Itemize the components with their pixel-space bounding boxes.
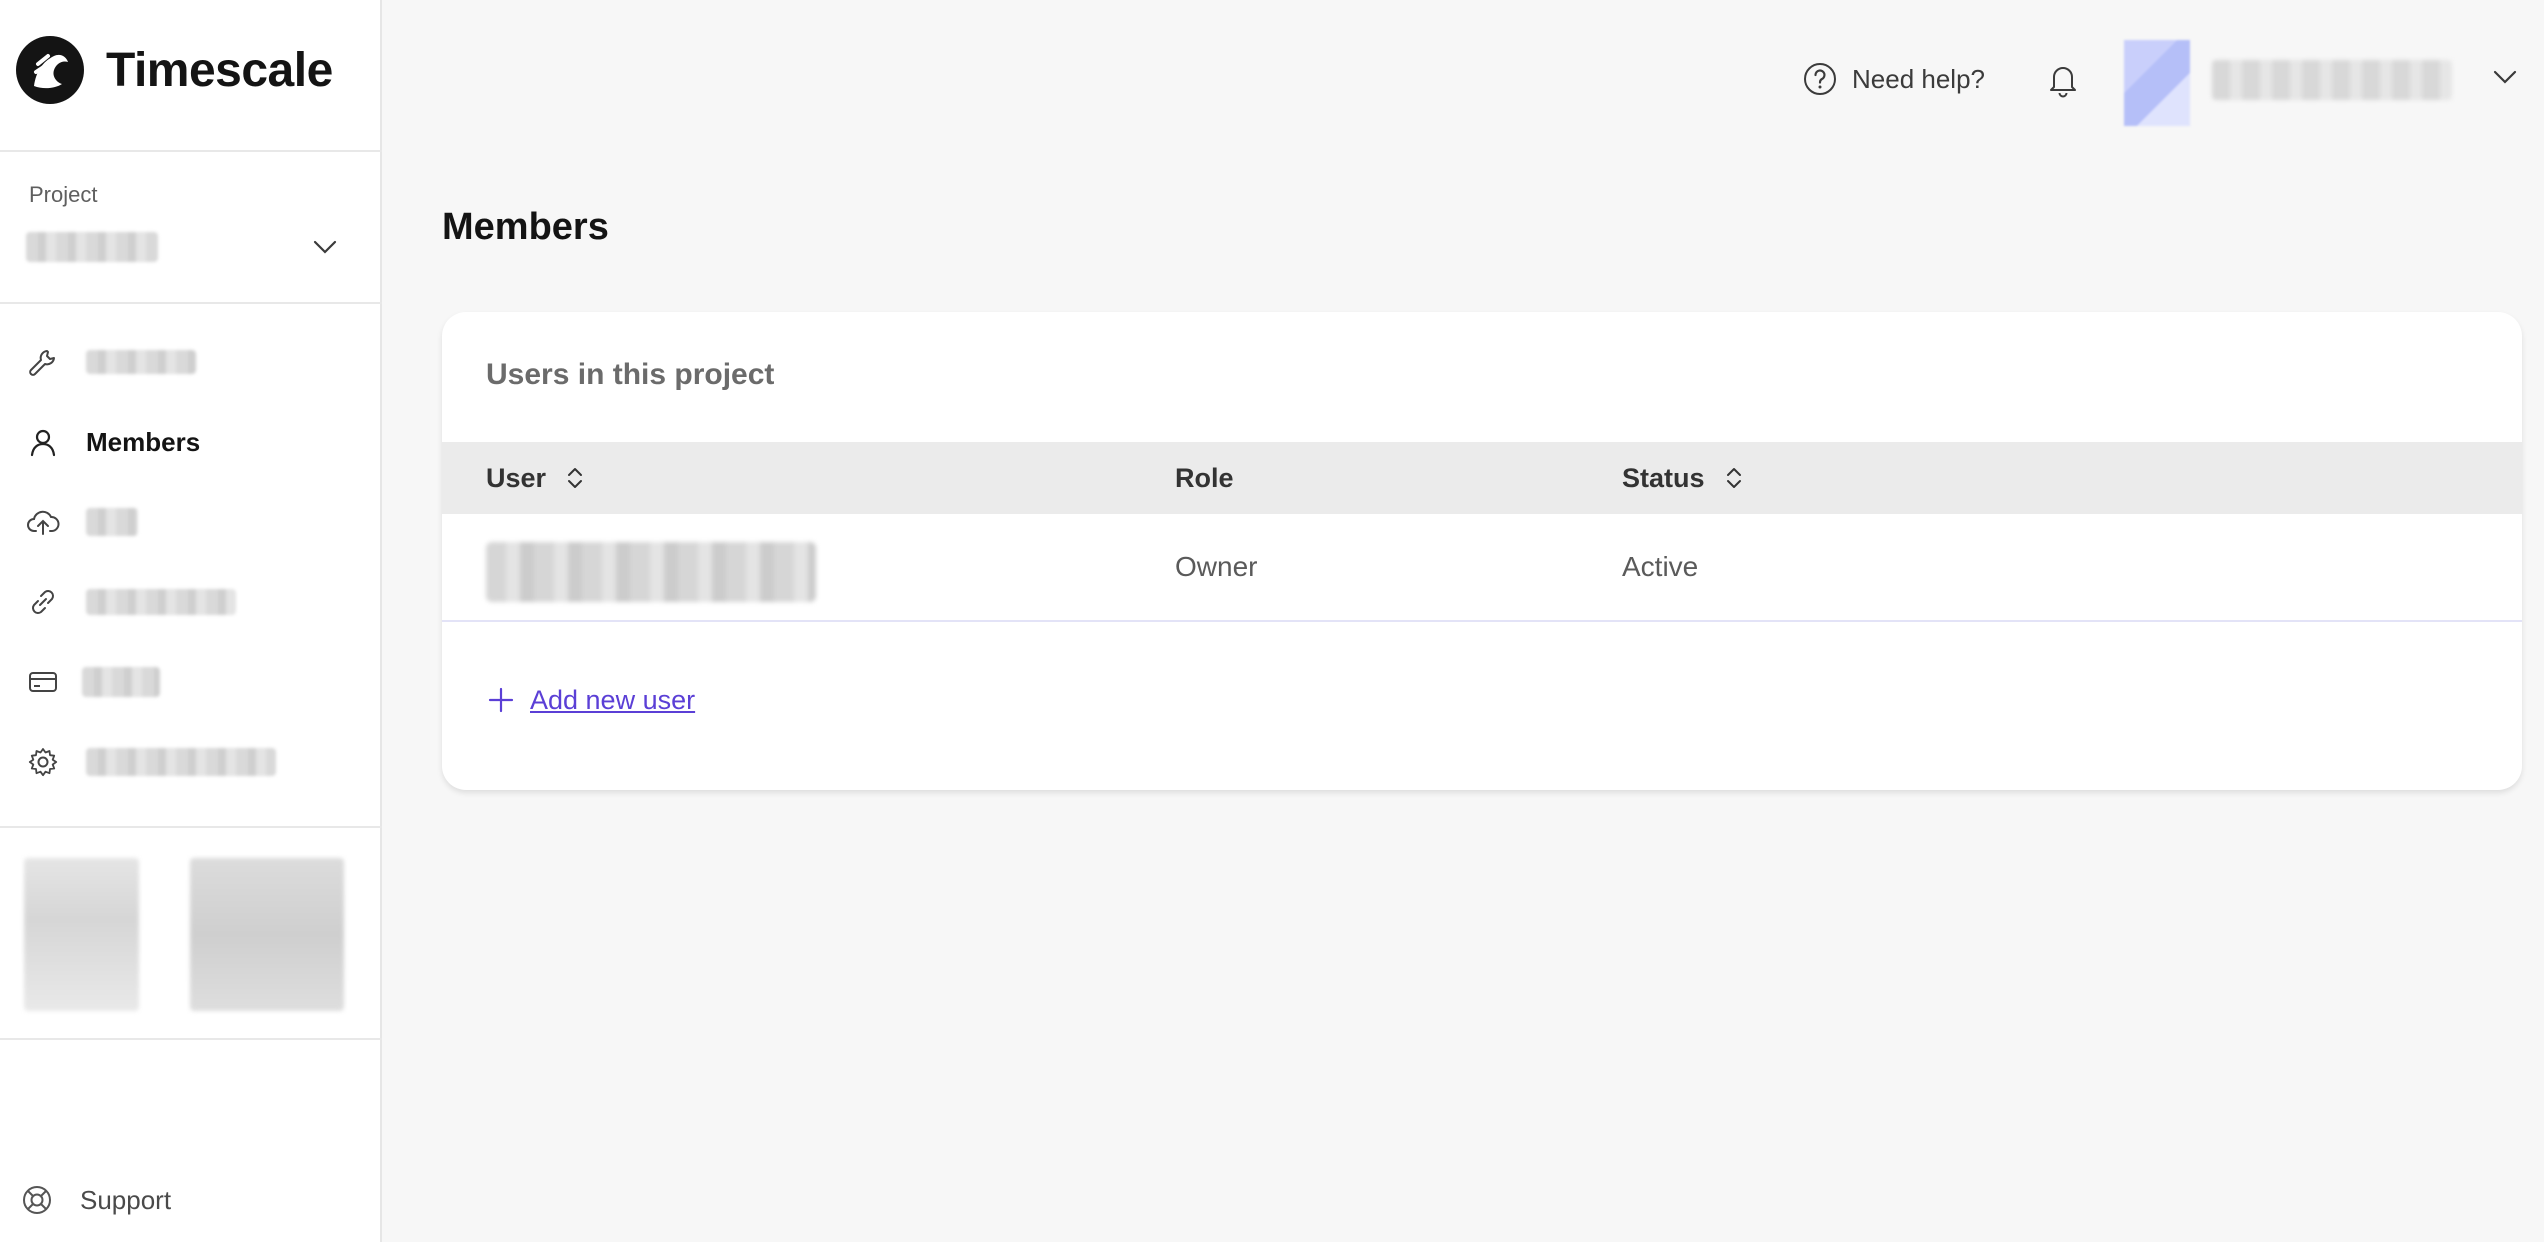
plus-icon	[488, 687, 514, 713]
chevron-down-icon	[313, 240, 337, 254]
help-label: Need help?	[1852, 63, 1985, 94]
sidebar-divider	[0, 826, 382, 828]
cloud-upload-icon	[27, 510, 60, 535]
sidebar-item-label	[86, 589, 236, 615]
promo-banner[interactable]	[24, 858, 344, 1013]
gear-icon	[28, 748, 58, 777]
role-cell: Owner	[1175, 551, 1258, 582]
sidebar-item-4[interactable]	[0, 652, 380, 712]
lifebuoy-icon	[23, 1186, 51, 1214]
sidebar-divider	[0, 1038, 382, 1040]
sidebar-item-label	[86, 508, 138, 536]
sidebar-item-label	[86, 748, 276, 776]
promo-image	[24, 858, 139, 1011]
support-link[interactable]: Support	[0, 1172, 380, 1228]
credit-card-icon	[29, 672, 57, 692]
column-label: User	[486, 462, 547, 493]
column-header-user[interactable]: User	[486, 442, 588, 514]
card-title: Users in this project	[486, 358, 775, 391]
table-row: Owner Active	[442, 514, 2522, 622]
promo-image	[190, 858, 344, 1011]
avatar	[2124, 40, 2190, 126]
sort-icon	[1726, 468, 1741, 488]
sidebar-item-5[interactable]	[0, 732, 380, 792]
timescale-logo-icon	[16, 36, 84, 104]
add-new-user-label: Add new user	[530, 684, 696, 715]
bell-icon[interactable]	[2044, 60, 2082, 98]
members-card: Users in this project User Role Status O…	[442, 312, 2522, 790]
page-title: Members	[442, 206, 609, 248]
chevron-down-icon	[2493, 70, 2517, 84]
column-label: Status	[1622, 462, 1705, 493]
sidebar-item-label: Members	[86, 426, 201, 457]
table-header: User Role Status	[442, 442, 2522, 514]
account-menu[interactable]	[2124, 40, 2524, 126]
brand-name: Timescale	[106, 43, 333, 97]
support-label: Support	[80, 1184, 172, 1215]
user-icon	[30, 429, 56, 457]
sort-icon	[568, 468, 583, 488]
add-new-user-link[interactable]: Add new user	[486, 680, 695, 720]
sidebar: Timescale Project Members Support	[0, 0, 382, 1242]
question-circle-icon	[1804, 63, 1836, 95]
project-label: Project	[29, 182, 98, 207]
sidebar-item-label	[86, 350, 196, 374]
link-icon	[32, 590, 54, 614]
sidebar-item-label	[82, 667, 160, 697]
status-cell: Active	[1622, 551, 1699, 582]
wrench-icon	[29, 350, 55, 376]
project-selector[interactable]: Project	[0, 152, 380, 302]
sidebar-item-2[interactable]	[0, 492, 380, 552]
column-header-status[interactable]: Status	[1622, 442, 1747, 514]
column-header-role: Role	[1175, 442, 1234, 514]
sidebar-divider	[0, 302, 382, 304]
sidebar-item-members[interactable]: Members	[0, 412, 380, 472]
help-button[interactable]: Need help?	[1802, 58, 1985, 100]
sidebar-item-0[interactable]	[0, 332, 380, 392]
column-label: Role	[1175, 462, 1234, 493]
user-email	[486, 542, 816, 602]
account-name	[2212, 60, 2452, 100]
project-name	[26, 232, 158, 262]
brand-logo[interactable]: Timescale	[14, 34, 333, 106]
sidebar-item-3[interactable]	[0, 572, 380, 632]
